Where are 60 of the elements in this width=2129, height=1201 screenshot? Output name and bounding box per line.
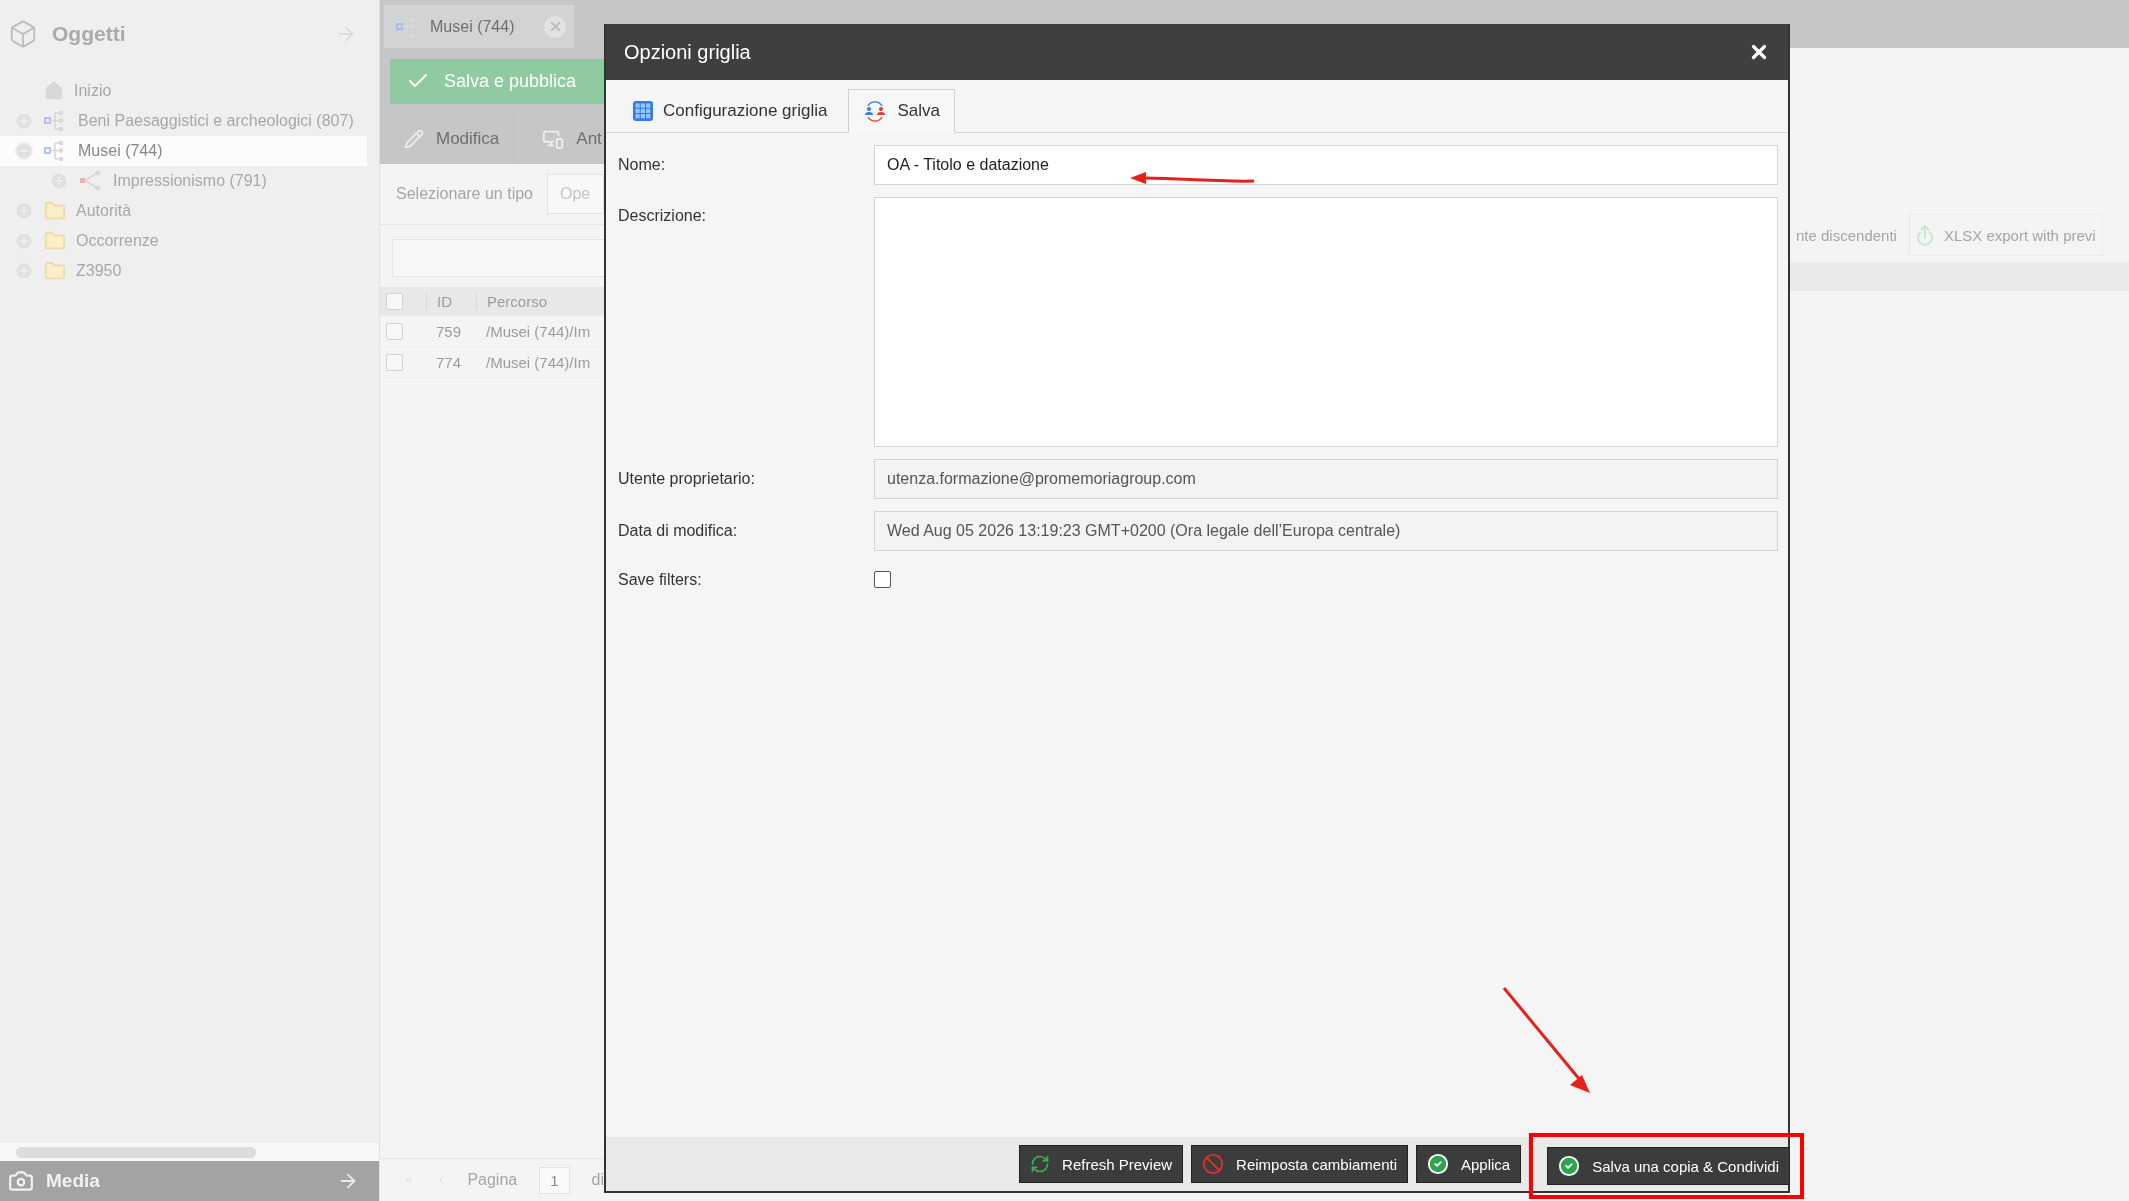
tree-item[interactable]: Inizio xyxy=(0,76,367,106)
tree-item[interactable]: Musei (744) xyxy=(0,136,367,166)
table-cell-text: /Musei (744)/Im xyxy=(485,322,592,340)
folder-icon xyxy=(44,200,66,222)
users-icon xyxy=(863,100,888,122)
checkbox[interactable] xyxy=(874,571,891,588)
tree-item[interactable]: Autorità xyxy=(0,196,367,226)
field-label: Save filters: xyxy=(618,570,703,589)
footer-button[interactable]: Reimposta cambiamenti xyxy=(1191,1145,1408,1183)
field-label: Data di modifica: xyxy=(618,522,739,540)
text-field[interactable]: utenza.formazione@promemoriagroup.com xyxy=(874,459,1778,499)
field-label: Descrizione: xyxy=(618,206,708,225)
table-cell-text: 759 xyxy=(435,322,463,340)
panel-header[interactable]: Media xyxy=(0,1161,379,1201)
toolbar-button[interactable]: nte discendenti xyxy=(1790,215,1903,255)
scrollbar[interactable] xyxy=(0,1143,379,1161)
toolbar-button[interactable]: XLSX export with previ xyxy=(1908,214,2103,256)
dialog-tab[interactable]: Configurazione griglia xyxy=(618,89,843,133)
field-label: Nome: xyxy=(618,156,667,174)
tree-item[interactable]: Occorrenze xyxy=(0,226,367,256)
panel-title: Oggetti xyxy=(52,22,127,46)
type-label: Selezionare un tipo xyxy=(396,185,533,203)
collapse-icon[interactable] xyxy=(14,141,34,161)
description-field[interactable] xyxy=(874,197,1778,447)
forbidden-icon xyxy=(1202,1153,1225,1175)
document-tab[interactable]: Musei (744) xyxy=(384,5,574,48)
folder-icon xyxy=(44,230,66,252)
dialog-tab[interactable]: Salva xyxy=(848,89,955,133)
footer-button[interactable]: Applica xyxy=(1416,1145,1522,1183)
dialog-title: Opzioni griglia xyxy=(624,40,752,64)
tree-item[interactable]: Z3950 xyxy=(0,256,367,286)
publish-button[interactable]: Salva e pubblica xyxy=(390,58,604,104)
folder-icon xyxy=(44,260,66,282)
devices-icon xyxy=(542,128,565,150)
camera-icon xyxy=(8,1168,34,1194)
check-icon xyxy=(1427,1153,1449,1175)
table-cell-text: 774 xyxy=(435,353,463,371)
text-field[interactable]: OA - Titolo e datazione xyxy=(874,145,1778,185)
page-field[interactable]: 1 xyxy=(539,1166,570,1194)
check-icon xyxy=(1558,1155,1581,1177)
text-field[interactable]: Wed Aug 05 2026 13:19:23 GMT+0200 (Ora legale dell’Europa centrale) xyxy=(874,511,1778,551)
grid-icon xyxy=(633,101,653,121)
home-icon xyxy=(44,81,64,101)
upload-icon xyxy=(1915,224,1934,246)
footer-button[interactable]: Refresh Preview xyxy=(1019,1145,1184,1183)
pager-label: Pagina xyxy=(467,1171,518,1189)
pencil-icon xyxy=(404,129,424,149)
tree-item[interactable]: Beni Paesaggistici e archeologici (807) xyxy=(0,106,367,136)
refresh-icon xyxy=(1030,1154,1051,1174)
close-icon[interactable] xyxy=(544,15,566,38)
pager-label: di xyxy=(591,1171,604,1189)
toolbar-button[interactable]: Modifica xyxy=(390,114,515,164)
branch-icon xyxy=(79,170,103,192)
column-header[interactable]: ID xyxy=(426,292,476,310)
search-field[interactable] xyxy=(392,239,604,277)
tree-item[interactable]: Impressionismo (791) xyxy=(0,166,367,196)
footer-button[interactable]: Salva una copia & Condividi xyxy=(1547,1147,1790,1185)
table-cell-text: /Musei (744)/Im xyxy=(485,353,592,371)
cube-icon xyxy=(8,19,38,49)
field-label: Utente proprietario: xyxy=(618,470,756,488)
